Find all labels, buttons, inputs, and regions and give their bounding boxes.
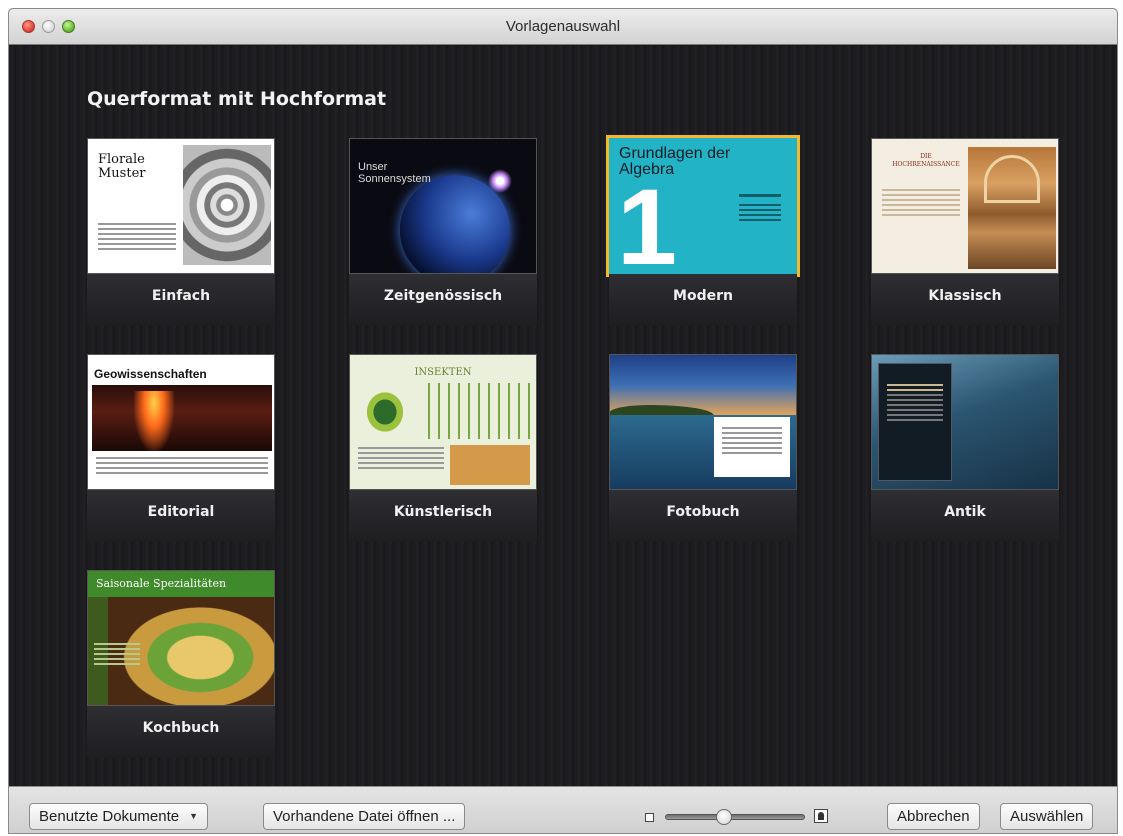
flower-image (183, 145, 271, 265)
template-antik[interactable]: Antik (871, 354, 1061, 549)
text-panel (714, 417, 790, 477)
template-thumbnail (609, 354, 797, 490)
bottom-toolbar: Benutzte Dokumente ▼ Vorhandene Datei öff… (9, 786, 1117, 833)
thumbnail-title: Geowissenschaften (94, 367, 207, 381)
template-fotobuch[interactable]: Fotobuch (609, 354, 799, 549)
template-thumbnail: Geowissenschaften (87, 354, 275, 490)
template-kochbuch[interactable]: Saisonale Spezialitäten Kochbuch (87, 570, 277, 765)
window-title: Vorlagenauswahl (505, 18, 621, 35)
thumbnail-title: Unser Sonnensystem (358, 161, 431, 185)
thumbnail-size-slider[interactable] (665, 809, 805, 825)
template-label: Kochbuch (142, 720, 220, 736)
template-kuenstlerisch[interactable]: INSEKTEN Künstlerisch (349, 354, 539, 549)
template-einfach[interactable]: Florale Muster Einfach (87, 138, 277, 333)
recent-documents-popup[interactable]: Benutzte Dokumente ▼ (29, 803, 209, 830)
small-thumbnail-icon (645, 813, 654, 822)
template-label: Künstlerisch (393, 504, 493, 520)
star-image (488, 169, 512, 193)
template-zeitgenoessisch[interactable]: Unser Sonnensystem Zeitgenössisch (349, 138, 539, 333)
template-thumbnail: Florale Muster (87, 138, 275, 274)
template-modern[interactable]: Grundlagen der Algebra 1 Modern (606, 135, 800, 333)
template-thumbnail: DIE HOCHRENAISSANCE (871, 138, 1059, 274)
template-label: Modern (673, 288, 733, 304)
template-chooser-window: Vorlagenauswahl Querformat mit Hochforma… (8, 8, 1118, 834)
volcano-image (92, 385, 272, 451)
cancel-button[interactable]: Abbrechen (887, 803, 980, 830)
template-thumbnail (871, 354, 1059, 490)
thumbnail-title: DIE HOCHRENAISSANCE (892, 153, 960, 168)
template-label: Editorial (147, 504, 215, 520)
template-thumbnail: Grundlagen der Algebra 1 (606, 135, 800, 277)
sand-image (450, 445, 530, 485)
template-label: Klassisch (928, 288, 1002, 304)
thumbnail-title: Saisonale Spezialitäten (96, 577, 227, 590)
thumbnail-title: Florale Muster (98, 152, 146, 181)
template-editorial[interactable]: Geowissenschaften Editorial (87, 354, 277, 549)
plants-image (420, 383, 530, 439)
butterfly-image (362, 387, 408, 437)
thumbnail-number: 1 (617, 166, 678, 277)
recent-documents-label: Benutzte Dokumente (39, 808, 180, 825)
template-label: Antik (944, 504, 986, 520)
template-label: Zeitgenössisch (383, 288, 503, 304)
section-title: Querformat mit Hochformat (87, 88, 387, 110)
template-thumbnail: Saisonale Spezialitäten (87, 570, 275, 706)
open-existing-file-button[interactable]: Vorhandene Datei öffnen ... (263, 803, 466, 830)
large-thumbnail-icon (814, 809, 828, 823)
thumbnail-title: INSEKTEN (414, 367, 472, 378)
chevron-down-icon: ▼ (189, 811, 199, 821)
template-thumbnail: Unser Sonnensystem (349, 138, 537, 274)
template-klassisch[interactable]: DIE HOCHRENAISSANCE Klassisch (871, 138, 1061, 333)
text-panel (878, 363, 952, 481)
template-gallery: Querformat mit Hochformat Florale Muster… (9, 46, 1117, 786)
template-thumbnail: INSEKTEN (349, 354, 537, 490)
slider-knob[interactable] (716, 809, 732, 825)
title-bar[interactable]: Vorlagenauswahl (9, 9, 1117, 45)
template-label: Fotobuch (666, 504, 740, 520)
choose-button[interactable]: Auswählen (1000, 803, 1094, 830)
template-label: Einfach (151, 288, 211, 304)
